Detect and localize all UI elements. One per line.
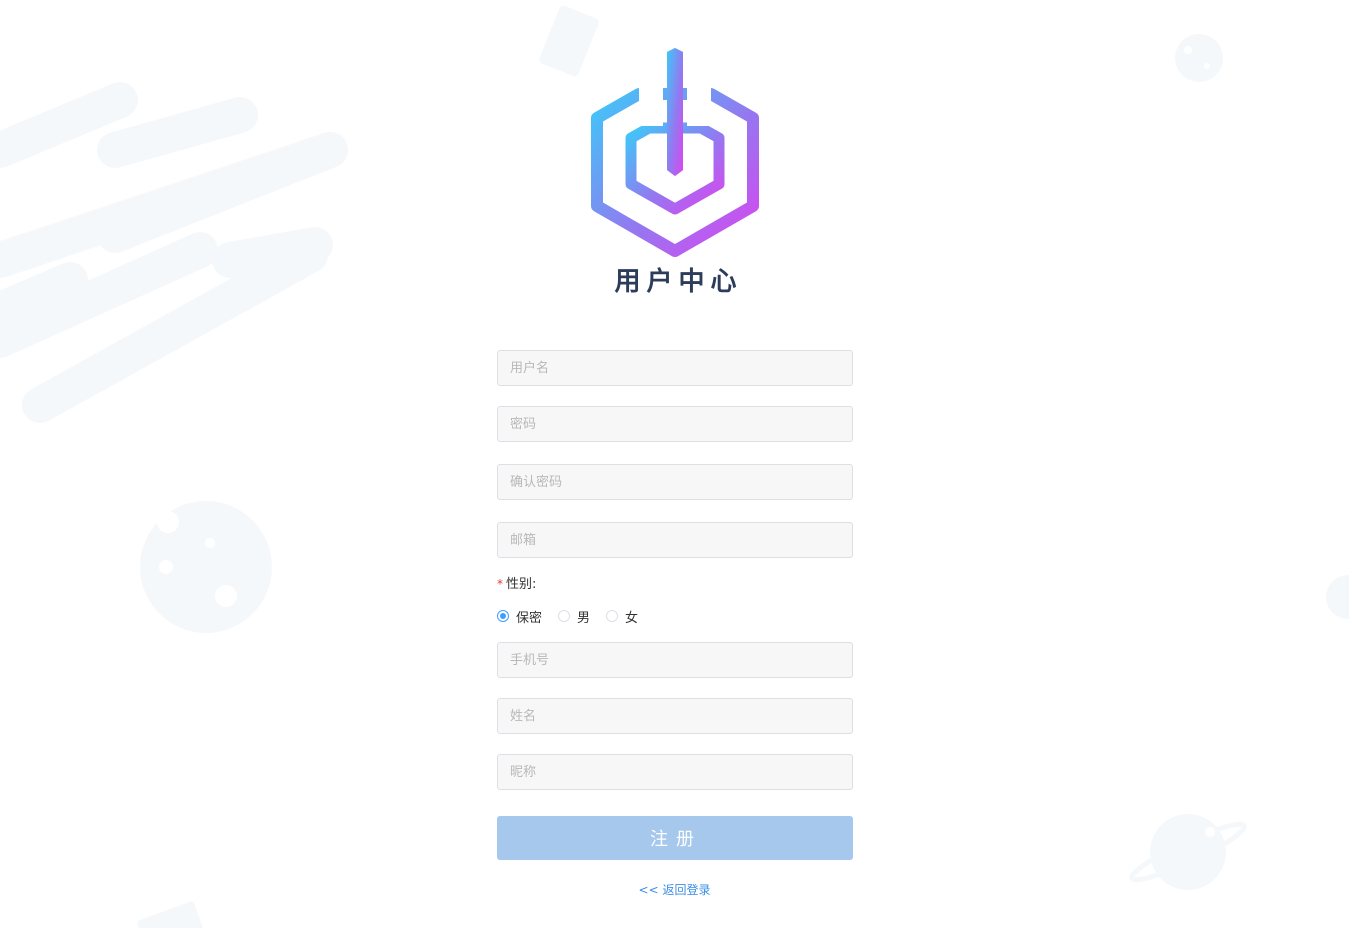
gender-radio-female[interactable]: 女	[606, 607, 638, 626]
required-mark: *	[497, 577, 503, 591]
radio-unchecked-icon[interactable]	[606, 610, 619, 622]
radio-unchecked-icon[interactable]	[558, 610, 571, 622]
register-page: 用户中心 *性别: 保密 男 女 注册 << 返回登录	[0, 0, 1349, 928]
logo-icon	[591, 48, 759, 257]
email-input[interactable]	[497, 522, 853, 558]
gender-option-label: 女	[625, 610, 639, 626]
name-input[interactable]	[497, 698, 853, 734]
gender-radio-secret[interactable]: 保密	[497, 607, 542, 626]
phone-input[interactable]	[497, 642, 853, 678]
radio-checked-icon[interactable]	[497, 610, 509, 622]
confirm-password-input[interactable]	[497, 464, 853, 500]
gender-label: * 性别:	[497, 575, 536, 594]
gender-radio-male[interactable]: 男	[558, 607, 590, 626]
gender-label-text: 性别:	[506, 577, 537, 592]
page-title: 用户中心	[614, 267, 743, 297]
register-button[interactable]: 注册	[497, 816, 853, 860]
username-input[interactable]	[497, 350, 853, 386]
password-input[interactable]	[497, 406, 853, 442]
gender-option-label: 男	[577, 610, 591, 626]
back-to-login-link[interactable]: << 返回登录	[0, 881, 1349, 898]
gender-radio-group: 保密 男 女	[497, 607, 654, 626]
gender-option-label: 保密	[516, 610, 543, 626]
nickname-input[interactable]	[497, 754, 853, 790]
